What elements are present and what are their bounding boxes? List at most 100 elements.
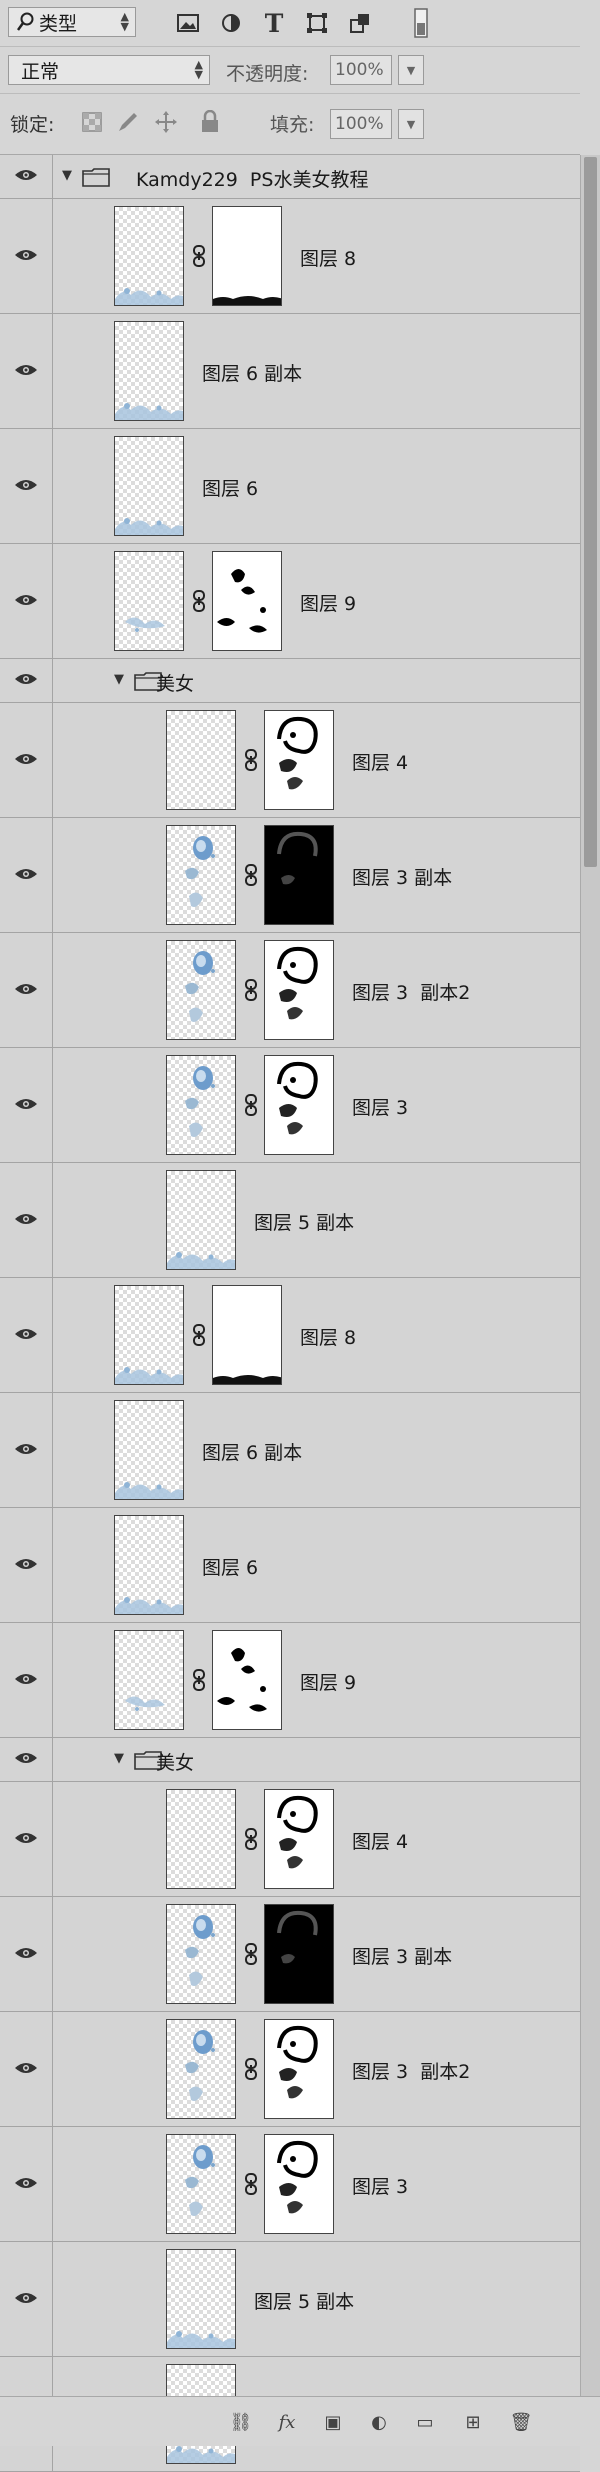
layer-row[interactable]: 图层 3 副本2: [0, 2012, 580, 2127]
add-mask-icon[interactable]: ▣: [320, 2409, 346, 2435]
layer-row[interactable]: 图层 4: [0, 1782, 580, 1897]
layer-thumbnail[interactable]: [114, 551, 184, 651]
layer-mask-thumbnail[interactable]: [212, 551, 282, 651]
layer-thumbnail[interactable]: [114, 1515, 184, 1615]
layer-mask-thumbnail[interactable]: [264, 2019, 334, 2119]
visibility-toggle[interactable]: [0, 2127, 53, 2241]
layer-row[interactable]: 图层 9: [0, 544, 580, 659]
layer-row[interactable]: 图层 5 副本: [0, 1163, 580, 1278]
layer-thumbnail[interactable]: [166, 2249, 236, 2349]
layer-group-row[interactable]: ▼ Kamdy229 PS水美女教程: [0, 155, 580, 199]
layer-row[interactable]: 图层 6: [0, 1508, 580, 1623]
fill-input[interactable]: 100%: [330, 109, 392, 139]
visibility-toggle[interactable]: [0, 1738, 53, 1781]
layer-thumbnail[interactable]: [114, 436, 184, 536]
layer-thumbnail[interactable]: [166, 825, 236, 925]
layer-row[interactable]: 图层 3 副本: [0, 818, 580, 933]
filter-toggle-icon[interactable]: [406, 8, 436, 38]
mask-link-icon[interactable]: [244, 1943, 258, 1965]
shape-filter-icon[interactable]: [302, 8, 332, 38]
layer-thumbnail[interactable]: [166, 1055, 236, 1155]
layer-thumbnail[interactable]: [166, 940, 236, 1040]
lock-transparent-icon[interactable]: [82, 112, 102, 136]
layer-mask-thumbnail[interactable]: [264, 825, 334, 925]
visibility-toggle[interactable]: [0, 314, 53, 428]
lock-position-icon[interactable]: [154, 110, 178, 138]
visibility-toggle[interactable]: [0, 1782, 53, 1896]
mask-link-icon[interactable]: [192, 1324, 206, 1346]
image-filter-icon[interactable]: [173, 8, 203, 38]
layer-mask-thumbnail[interactable]: [212, 1285, 282, 1385]
fill-dropdown-button[interactable]: ▼: [398, 109, 424, 139]
layer-mask-thumbnail[interactable]: [264, 940, 334, 1040]
visibility-toggle[interactable]: [0, 1897, 53, 2011]
mask-link-icon[interactable]: [192, 245, 206, 267]
opacity-input[interactable]: 100%: [330, 55, 392, 85]
adjustment-filter-icon[interactable]: [216, 8, 246, 38]
type-filter-icon[interactable]: T: [259, 8, 289, 38]
mask-link-icon[interactable]: [244, 1828, 258, 1850]
delete-layer-icon[interactable]: 🗑: [508, 2409, 534, 2435]
lock-image-pixels-icon[interactable]: [116, 110, 140, 138]
layer-thumbnail[interactable]: [114, 1285, 184, 1385]
filter-kind-select[interactable]: 类型 ▲ ▼: [8, 7, 136, 37]
layer-row[interactable]: 图层 9: [0, 1623, 580, 1738]
layer-thumbnail[interactable]: [166, 1904, 236, 2004]
mask-link-icon[interactable]: [244, 2058, 258, 2080]
smart-object-filter-icon[interactable]: [345, 8, 375, 38]
layer-thumbnail[interactable]: [166, 1170, 236, 1270]
layer-thumbnail[interactable]: [114, 1400, 184, 1500]
layer-row[interactable]: 图层 6: [0, 429, 580, 544]
layer-row[interactable]: 图层 6 副本: [0, 314, 580, 429]
mask-link-icon[interactable]: [192, 590, 206, 612]
scrollbar-thumb[interactable]: [584, 157, 597, 867]
layer-thumbnail[interactable]: [166, 2019, 236, 2119]
layer-row[interactable]: 图层 8: [0, 199, 580, 314]
layer-thumbnail[interactable]: [166, 1789, 236, 1889]
layers-scrollbar[interactable]: [580, 155, 600, 2396]
visibility-toggle[interactable]: [0, 2242, 53, 2356]
visibility-toggle[interactable]: [0, 544, 53, 658]
layer-group-row[interactable]: ▼ 美女: [0, 1738, 580, 1782]
visibility-toggle[interactable]: [0, 199, 53, 313]
expand-triangle-icon[interactable]: ▼: [114, 1751, 124, 1766]
new-layer-icon[interactable]: ⊞: [460, 2409, 486, 2435]
visibility-toggle[interactable]: [0, 1048, 53, 1162]
blend-mode-select[interactable]: 正常 ▲ ▼: [8, 55, 210, 85]
expand-triangle-icon[interactable]: ▼: [62, 168, 72, 183]
lock-all-icon[interactable]: [200, 109, 220, 138]
layer-thumbnail[interactable]: [166, 2134, 236, 2234]
layer-mask-thumbnail[interactable]: [264, 1789, 334, 1889]
new-group-icon[interactable]: ▭: [412, 2409, 438, 2435]
mask-link-icon[interactable]: [244, 979, 258, 1001]
layer-mask-thumbnail[interactable]: [264, 1055, 334, 1155]
layer-mask-thumbnail[interactable]: [264, 710, 334, 810]
visibility-toggle[interactable]: [0, 818, 53, 932]
adjustment-layer-icon[interactable]: ◐: [366, 2409, 392, 2435]
layer-thumbnail[interactable]: [114, 321, 184, 421]
layer-row[interactable]: 图层 3 副本: [0, 1897, 580, 2012]
layer-thumbnail[interactable]: [166, 710, 236, 810]
layer-mask-thumbnail[interactable]: [212, 206, 282, 306]
layer-thumbnail[interactable]: [114, 206, 184, 306]
layer-mask-thumbnail[interactable]: [212, 1630, 282, 1730]
layer-mask-thumbnail[interactable]: [264, 1904, 334, 2004]
mask-link-icon[interactable]: [244, 2173, 258, 2195]
mask-link-icon[interactable]: [192, 1669, 206, 1691]
mask-link-icon[interactable]: [244, 864, 258, 886]
layer-row[interactable]: 图层 4: [0, 703, 580, 818]
visibility-toggle[interactable]: [0, 1623, 53, 1737]
visibility-toggle[interactable]: [0, 659, 53, 702]
layer-mask-thumbnail[interactable]: [264, 2134, 334, 2234]
layer-row[interactable]: 图层 3: [0, 1048, 580, 1163]
mask-link-icon[interactable]: [244, 1094, 258, 1116]
visibility-toggle[interactable]: [0, 703, 53, 817]
visibility-toggle[interactable]: [0, 933, 53, 1047]
visibility-toggle[interactable]: [0, 1393, 53, 1507]
visibility-toggle[interactable]: [0, 1163, 53, 1277]
link-layers-icon[interactable]: ⛓: [228, 2409, 254, 2435]
layer-row[interactable]: 图层 8: [0, 1278, 580, 1393]
expand-triangle-icon[interactable]: ▼: [114, 672, 124, 687]
mask-link-icon[interactable]: [244, 749, 258, 771]
layer-row[interactable]: 图层 3 副本2: [0, 933, 580, 1048]
